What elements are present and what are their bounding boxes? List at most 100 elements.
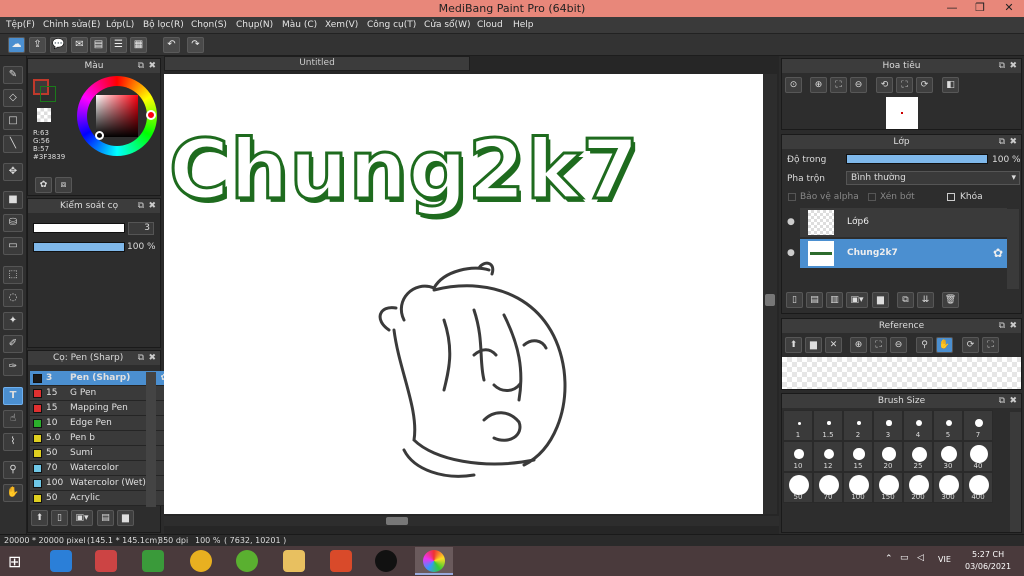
brush-size-cell[interactable]: 2 — [843, 410, 873, 441]
layer-settings-gear-icon[interactable]: ✿ — [993, 239, 1003, 268]
layer-opacity-slider[interactable] — [846, 154, 988, 164]
app-grid-icon[interactable] — [95, 550, 117, 572]
clipping-checkbox[interactable] — [868, 193, 876, 201]
gradient-tool-icon[interactable]: ▭ — [3, 237, 23, 255]
list-icon[interactable]: ☰ — [110, 37, 127, 53]
file-explorer-icon[interactable] — [283, 550, 305, 572]
navigator-preview[interactable] — [886, 97, 918, 129]
new-layer-icon[interactable]: ▯ — [786, 292, 803, 308]
hue-picker-handle[interactable] — [146, 110, 156, 120]
zoom-in-icon[interactable]: ⊕ — [810, 77, 827, 93]
brush-size-cell[interactable]: 70 — [813, 472, 843, 503]
brush-size-cell[interactable]: 200 — [903, 472, 933, 503]
brush-size-cell[interactable]: 10 — [783, 441, 813, 472]
select-pen-icon[interactable]: ✐ — [3, 335, 23, 353]
ref-close-icon[interactable]: ✕ — [825, 337, 842, 353]
layer-row[interactable]: ● Lớp6 — [787, 208, 1007, 237]
brush-settings-icon[interactable]: ▤ — [97, 510, 114, 526]
transparent-color-swatch[interactable] — [37, 108, 51, 122]
layer-menu-icon[interactable]: ▣▾ — [846, 292, 868, 308]
drawing-canvas[interactable]: Chung2k7 — [164, 74, 763, 514]
menu-file[interactable]: Tệp(F) — [6, 20, 35, 30]
brush-size-value[interactable]: 3 — [128, 222, 154, 235]
close-icon[interactable]: ✖ — [148, 199, 156, 213]
network-icon[interactable]: ▭ — [900, 553, 909, 563]
saturation-square[interactable] — [96, 95, 138, 137]
float-icon[interactable]: ⧉ — [999, 394, 1005, 408]
float-icon[interactable]: ⧉ — [138, 351, 144, 365]
minimize-button[interactable]: — — [938, 0, 966, 17]
background-color-swatch[interactable] — [40, 86, 56, 102]
ref-eyedropper-icon[interactable]: ⚲ — [916, 337, 933, 353]
brush-list-scrollbar[interactable] — [146, 372, 156, 507]
merge-layer-icon[interactable]: ⇊ — [917, 292, 934, 308]
brush-size-cell[interactable]: 100 — [843, 472, 873, 503]
brush-size-cell[interactable]: 1.5 — [813, 410, 843, 441]
ref-zoom-in-icon[interactable]: ⊕ — [850, 337, 867, 353]
menu-filter[interactable]: Bộ lọc(R) — [143, 20, 184, 30]
brush-size-cell[interactable]: 15 — [843, 441, 873, 472]
undo-icon[interactable]: ↶ — [163, 37, 180, 53]
palette-icon[interactable]: ✿ — [35, 177, 52, 193]
lasso-icon[interactable]: ◌ — [3, 289, 23, 307]
close-icon[interactable]: ✖ — [1009, 319, 1017, 333]
zoom-reset-icon[interactable]: ⊙ — [785, 77, 802, 93]
brush-menu-icon[interactable]: ▣▾ — [71, 510, 93, 526]
ref-fit-icon[interactable]: ⛶ — [870, 337, 887, 353]
brush-size-cell[interactable]: 20 — [873, 441, 903, 472]
brush-size-cell[interactable]: 25 — [903, 441, 933, 472]
float-icon[interactable]: ⧉ — [138, 59, 144, 73]
close-button[interactable]: ✕ — [994, 0, 1024, 17]
brush-size-cell[interactable]: 300 — [933, 472, 963, 503]
restore-button[interactable]: ❐ — [966, 0, 994, 17]
brush-size-cell[interactable]: 3 — [873, 410, 903, 441]
flip-icon[interactable]: ◧ — [942, 77, 959, 93]
grid-icon[interactable]: ▦ — [130, 37, 147, 53]
brush-size-cell[interactable]: 50 — [783, 472, 813, 503]
float-icon[interactable]: ⧉ — [138, 199, 144, 213]
menu-capture[interactable]: Chụp(N) — [236, 20, 273, 30]
brush-size-cell[interactable]: 7 — [963, 410, 993, 441]
hand-tool-icon[interactable]: ✋ — [3, 484, 23, 502]
ie-icon[interactable] — [50, 550, 72, 572]
tiktok-icon[interactable] — [375, 550, 397, 572]
ref-hand-icon[interactable]: ✋ — [936, 337, 953, 353]
float-icon[interactable]: ⧉ — [999, 135, 1005, 149]
menu-help[interactable]: Help — [513, 20, 534, 30]
close-icon[interactable]: ✖ — [148, 59, 156, 73]
redo-icon[interactable]: ↷ — [187, 37, 204, 53]
canvas-hscroll[interactable] — [164, 516, 779, 526]
layer-scrollbar[interactable] — [1007, 209, 1019, 289]
fill-rect-tool-icon[interactable]: ■ — [3, 191, 23, 209]
brush-size-cell[interactable]: 400 — [963, 472, 993, 503]
menu-edit[interactable]: Chỉnh sửa(E) — [43, 20, 100, 30]
close-icon[interactable]: ✖ — [1009, 59, 1017, 73]
operation-tool-icon[interactable]: ☝ — [3, 410, 23, 428]
brush-size-cell[interactable]: 30 — [933, 441, 963, 472]
float-icon[interactable]: ⧉ — [999, 319, 1005, 333]
rotate-left-icon[interactable]: ⟲ — [876, 77, 893, 93]
select-rect-icon[interactable]: ⬚ — [3, 266, 23, 284]
brush-size-cell[interactable]: 150 — [873, 472, 903, 503]
eye-icon[interactable]: ● — [787, 208, 795, 237]
bucket-tool-icon[interactable]: ⛁ — [3, 214, 23, 232]
select-eraser-icon[interactable]: ✑ — [3, 358, 23, 376]
language-indicator[interactable]: VIE — [938, 555, 951, 564]
duplicate-layer-icon[interactable]: ⧉ — [897, 292, 914, 308]
eraser-tool-icon[interactable]: ◇ — [3, 89, 23, 107]
layer-folder-icon[interactable]: ▆ — [872, 292, 889, 308]
blend-mode-select[interactable]: Bình thường ▾ — [846, 171, 1020, 185]
fit-icon[interactable]: ⛶ — [830, 77, 847, 93]
new-halftone-layer-icon[interactable]: ▤ — [806, 292, 823, 308]
rotate-right-icon[interactable]: ⟳ — [916, 77, 933, 93]
dropper-alt-icon[interactable]: ⌇ — [3, 433, 23, 451]
comment-icon[interactable]: 💬 — [50, 37, 67, 53]
lock-checkbox[interactable] — [947, 193, 955, 201]
swap-color-icon[interactable]: ⧈ — [55, 177, 72, 193]
volume-icon[interactable]: ◁ — [917, 553, 924, 563]
brush-size-slider[interactable] — [33, 223, 125, 233]
menu-color[interactable]: Màu (C) — [282, 20, 317, 30]
protect-alpha-checkbox[interactable] — [788, 193, 796, 201]
canvas-tab[interactable]: Untitled — [164, 56, 470, 71]
ref-open-icon[interactable]: ▆ — [805, 337, 822, 353]
